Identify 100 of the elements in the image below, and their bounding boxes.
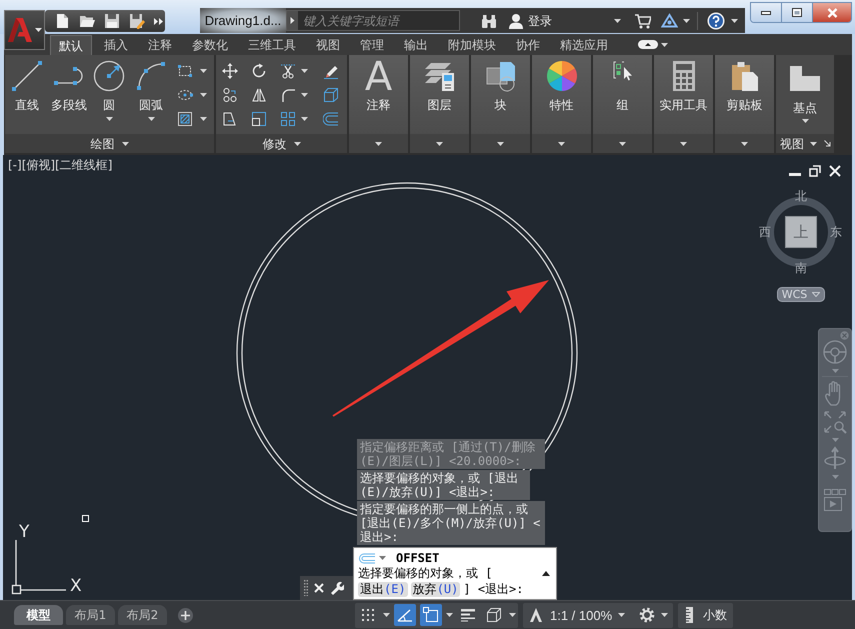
circle-tool-icon bbox=[93, 60, 125, 92]
compass-label: 东 bbox=[830, 225, 842, 239]
caret-icon bbox=[661, 42, 668, 46]
status-toggle-button[interactable] bbox=[394, 604, 416, 626]
ribbon-panel-button[interactable]: A 注释 bbox=[349, 55, 408, 153]
application-menu-button[interactable] bbox=[4, 10, 45, 50]
move-arrows-icon bbox=[222, 63, 238, 79]
add-layout-button[interactable] bbox=[178, 608, 193, 622]
caret-icon[interactable] bbox=[383, 613, 390, 617]
base-point-block-icon bbox=[789, 65, 821, 92]
viewport-close-icon[interactable] bbox=[829, 165, 841, 177]
binoculars-icon[interactable] bbox=[481, 12, 497, 28]
ribbon-tool-button[interactable]: 基点 bbox=[789, 65, 821, 134]
close-window-button[interactable] bbox=[813, 3, 851, 22]
fillet-corner-icon bbox=[280, 87, 296, 103]
caret-icon bbox=[810, 142, 817, 146]
ribbon-panel-button[interactable]: 块 bbox=[471, 55, 530, 153]
command-option-button[interactable]: 退出(E) bbox=[358, 582, 408, 597]
compass-label: 南 bbox=[795, 261, 807, 275]
ribbon-tab[interactable]: 附加模块 bbox=[440, 35, 504, 55]
rotate-arrow-icon bbox=[251, 63, 267, 79]
ribbon-tab[interactable]: 精选应用 bbox=[552, 35, 616, 55]
sign-in-link[interactable]: 登录 bbox=[528, 14, 552, 28]
ribbon-tab[interactable]: 注释 bbox=[140, 35, 180, 55]
scroll-up-icon[interactable] bbox=[542, 571, 550, 576]
ribbon-tool-button[interactable]: 圆弧 bbox=[129, 55, 173, 134]
ribbon-panel-button[interactable]: 特性 bbox=[532, 55, 591, 153]
ribbon-tool-button[interactable]: 直线 bbox=[5, 55, 49, 134]
caret-icon[interactable] bbox=[661, 613, 668, 617]
ribbon-tab[interactable]: 管理 bbox=[352, 35, 392, 55]
search-field[interactable]: 键入关键字或短语 bbox=[286, 10, 460, 31]
caret-icon[interactable] bbox=[618, 613, 626, 617]
maximize-icon bbox=[792, 8, 802, 17]
open-folder-icon[interactable] bbox=[79, 13, 95, 29]
caret-icon[interactable] bbox=[509, 613, 516, 617]
text-style-icon: A bbox=[364, 60, 392, 94]
panel-title-button[interactable]: 绘图 bbox=[5, 134, 214, 153]
copy-circles-icon bbox=[222, 87, 238, 103]
pickbox-cursor-icon bbox=[82, 515, 89, 522]
viewport-controls-menu[interactable]: [-][俯视][二维线框] bbox=[8, 158, 112, 172]
group-selection-icon bbox=[612, 60, 632, 82]
caret-icon bbox=[122, 142, 128, 146]
command-prompt-text: 选择要偏移的对象，或 [ bbox=[358, 566, 492, 581]
ribbon-tab[interactable]: 协作 bbox=[508, 35, 548, 55]
app-logo-icon bbox=[7, 17, 33, 43]
wrench-icon[interactable] bbox=[330, 581, 344, 595]
help-icon[interactable] bbox=[707, 12, 725, 30]
user-icon[interactable] bbox=[508, 12, 524, 28]
caret-icon[interactable] bbox=[731, 18, 738, 22]
layers-icon bbox=[424, 60, 456, 92]
snap-square-icon bbox=[423, 607, 439, 623]
ribbon-tab[interactable]: 视图 bbox=[308, 35, 348, 55]
command-prompt-text: ] <退出>: bbox=[463, 582, 524, 597]
ribbon-tab[interactable]: 参数化 bbox=[184, 35, 236, 55]
ribbon-panel-button[interactable]: 图层 bbox=[410, 55, 469, 153]
panel-title-button[interactable]: 修改 bbox=[216, 134, 347, 153]
units-button[interactable]: 小数 bbox=[678, 602, 734, 628]
ruler-icon bbox=[686, 607, 694, 623]
caret-icon bbox=[619, 142, 626, 146]
line-tool-icon bbox=[11, 60, 43, 92]
layout-tab[interactable]: 布局1 bbox=[66, 605, 115, 625]
caret-icon[interactable] bbox=[683, 18, 690, 22]
grip-icon[interactable] bbox=[304, 580, 308, 596]
ribbon-tab[interactable]: 插入 bbox=[96, 35, 136, 55]
offset-command-icon bbox=[358, 552, 376, 564]
shopping-cart-icon[interactable] bbox=[635, 12, 651, 28]
caret-icon[interactable] bbox=[614, 18, 621, 22]
viewport-restore-icon[interactable] bbox=[809, 165, 821, 177]
ribbon-tab[interactable]: 三维工具 bbox=[240, 35, 304, 55]
chevron-up-icon[interactable] bbox=[528, 607, 544, 623]
maximize-window-button[interactable] bbox=[782, 3, 813, 22]
caret-icon bbox=[436, 142, 443, 146]
ribbon-tool-button[interactable]: 多段线 bbox=[49, 55, 89, 134]
compass-label: 西 bbox=[759, 225, 771, 239]
minimize-window-button[interactable] bbox=[751, 3, 782, 22]
cube-outline-icon bbox=[322, 87, 338, 103]
axis-label: Y bbox=[19, 522, 30, 542]
settings-gear-icon[interactable] bbox=[639, 607, 656, 623]
layout-tab[interactable]: 模型 bbox=[14, 605, 63, 625]
status-toggle-button[interactable] bbox=[420, 604, 442, 626]
ribbon-tab[interactable]: 默认 bbox=[50, 35, 92, 55]
ribbon-panel-button[interactable]: 组 bbox=[593, 55, 652, 153]
new-file-icon[interactable] bbox=[54, 13, 70, 29]
caret-icon[interactable] bbox=[446, 613, 453, 617]
ribbon-minimize-button[interactable] bbox=[638, 40, 668, 49]
annotation-scale-button[interactable]: 1:1 / 100% bbox=[550, 608, 612, 622]
command-option-button[interactable]: 放弃(U) bbox=[410, 582, 460, 597]
ribbon-tool-button[interactable]: 圆 bbox=[89, 55, 129, 134]
isometric-cube-icon bbox=[486, 607, 502, 623]
axis-label: X bbox=[70, 576, 82, 596]
ribbon-panel-button[interactable]: 剪贴板 bbox=[715, 55, 774, 153]
ribbon-tab[interactable]: 输出 bbox=[396, 35, 436, 55]
close-icon[interactable] bbox=[314, 583, 324, 593]
caret-icon[interactable] bbox=[379, 556, 386, 560]
more-chevrons-icon[interactable] bbox=[154, 18, 163, 24]
ribbon-panel-button[interactable]: 实用工具 bbox=[654, 55, 713, 153]
dialog-launcher-icon[interactable] bbox=[824, 140, 831, 147]
plus-icon bbox=[181, 610, 190, 620]
layout-tab[interactable]: 布局2 bbox=[118, 605, 167, 625]
eraser-icon bbox=[322, 63, 338, 79]
